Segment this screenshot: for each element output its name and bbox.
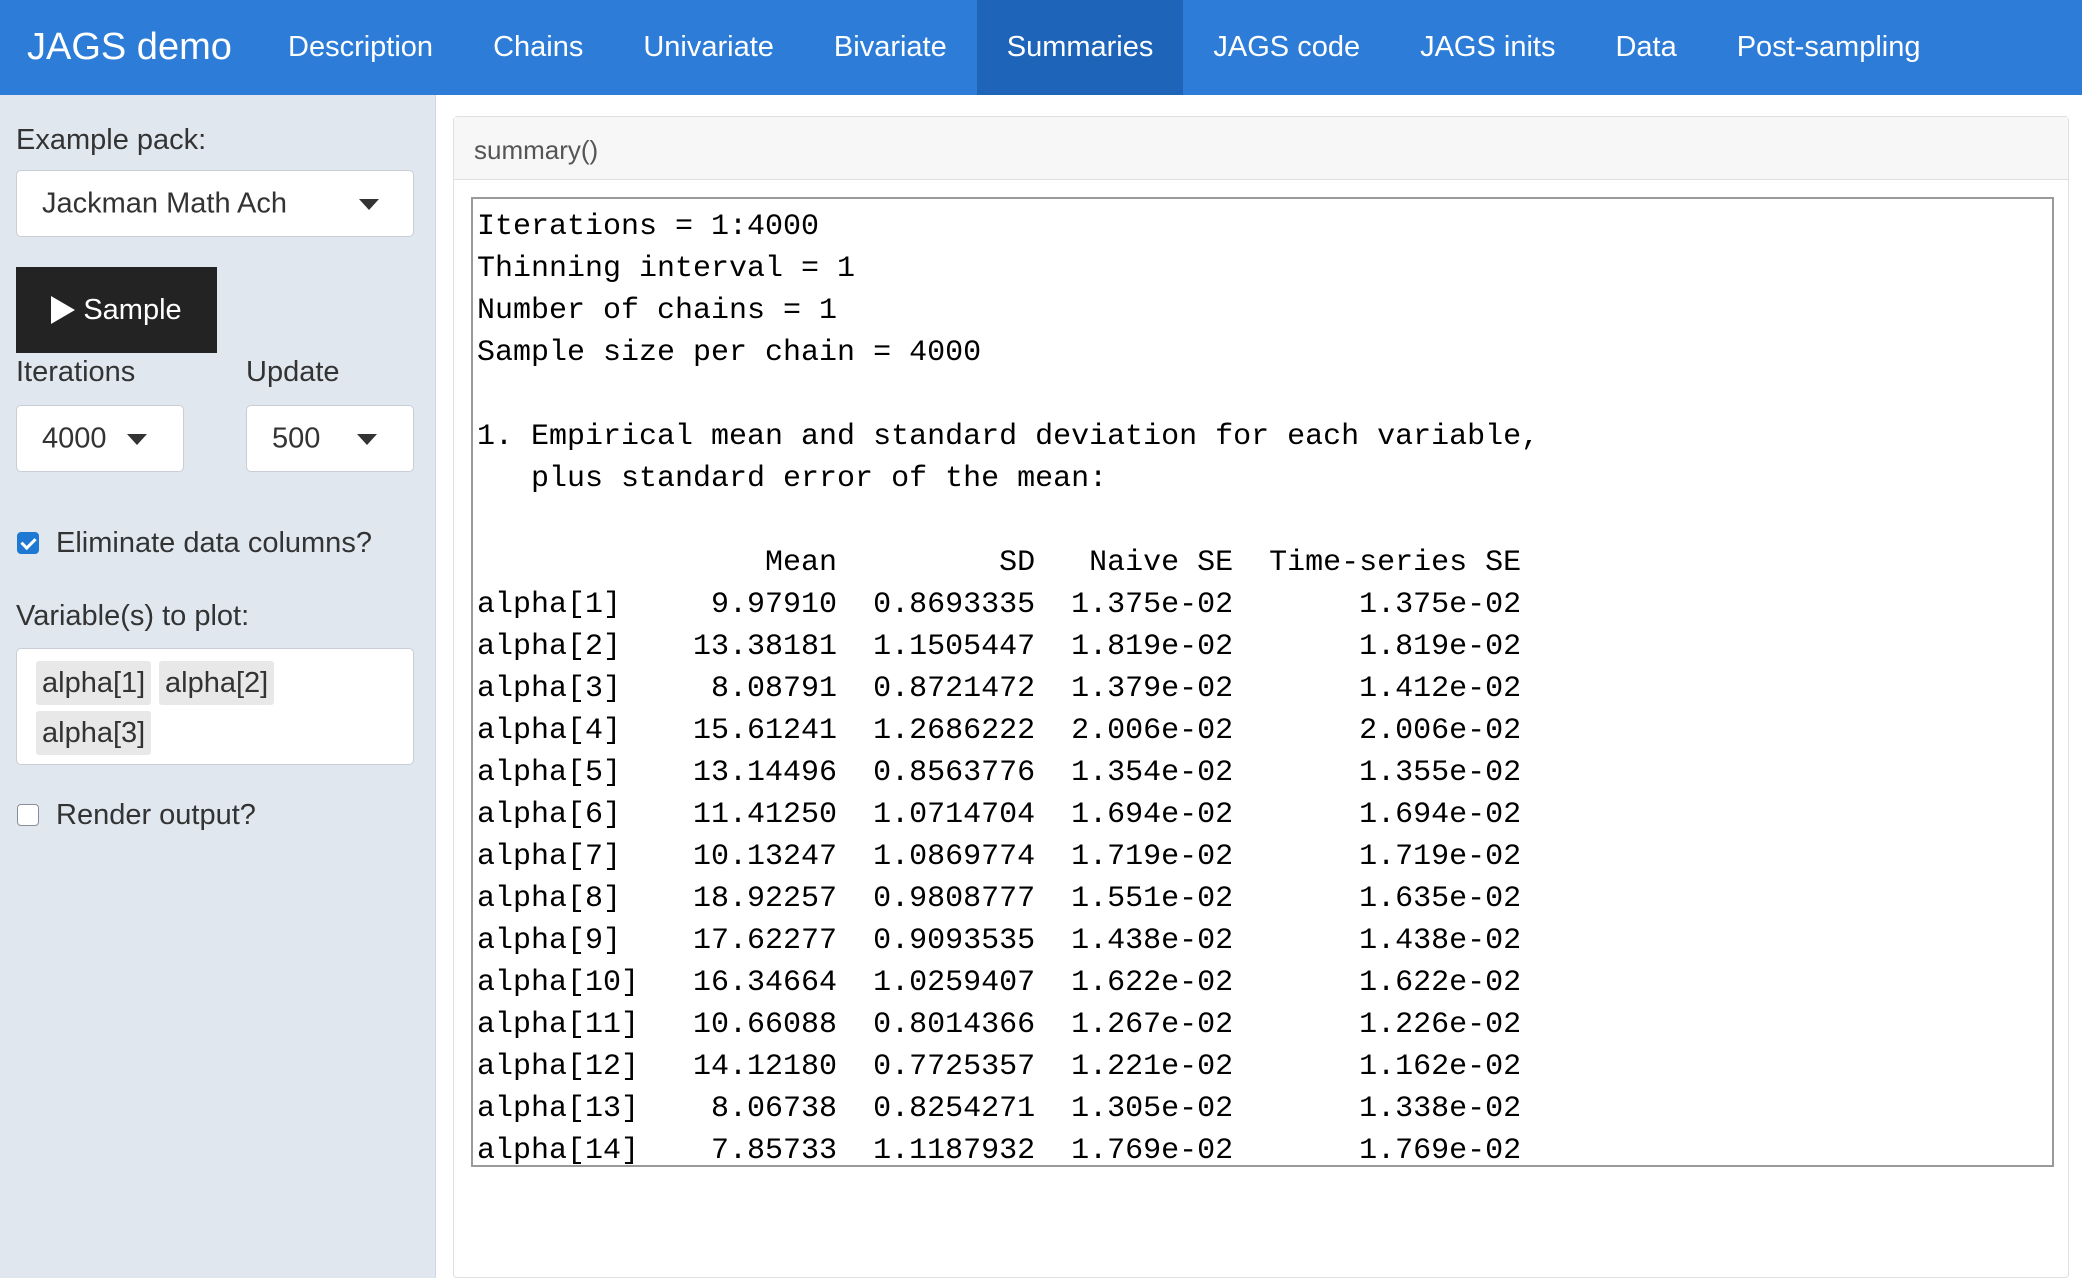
tab-chains[interactable]: Chains [463,0,613,95]
summary-panel: summary() Iterations = 1:4000 Thinning i… [453,116,2069,1278]
update-label: Update [246,356,340,388]
eliminate-columns-label: Eliminate data columns? [56,527,372,559]
example-pack-select[interactable]: Jackman Math Ach [16,170,414,237]
tab-jags-code[interactable]: JAGS code [1183,0,1390,95]
nav-tabs: Description Chains Univariate Bivariate … [258,0,1950,95]
variable-tag[interactable]: alpha[3] [36,711,152,755]
sidebar: Example pack: Jackman Math Ach Sample It… [0,95,436,1278]
eliminate-columns-checkbox[interactable] [17,532,39,554]
tab-post-sampling[interactable]: Post-sampling [1707,0,1951,95]
tab-bivariate[interactable]: Bivariate [804,0,977,95]
update-select[interactable]: 500 [246,405,414,472]
example-pack-label: Example pack: [16,124,207,156]
variables-label: Variable(s) to plot: [16,600,250,632]
chevron-down-icon [127,433,147,445]
render-output-label: Render output? [56,799,256,831]
iterations-select[interactable]: 4000 [16,405,184,472]
sample-button-label: Sample [83,293,182,326]
iterations-label: Iterations [16,356,136,388]
iterations-value: 4000 [42,422,107,454]
variable-tag[interactable]: alpha[1] [36,661,152,705]
render-output-checkbox[interactable] [17,804,39,826]
update-value: 500 [272,422,321,454]
play-icon [51,296,76,324]
sample-button[interactable]: Sample [16,267,217,353]
top-navbar: JAGS demo Description Chains Univariate … [0,0,2082,95]
tab-univariate[interactable]: Univariate [613,0,804,95]
summary-output[interactable]: Iterations = 1:4000 Thinning interval = … [471,197,2054,1167]
variable-tag[interactable]: alpha[2] [159,661,275,705]
variables-multiselect[interactable]: alpha[1] alpha[2] alpha[3] [16,648,414,765]
chevron-down-icon [359,198,379,210]
panel-title: summary() [454,117,2068,180]
chevron-down-icon [357,433,377,445]
tab-description[interactable]: Description [258,0,463,95]
tab-summaries[interactable]: Summaries [976,0,1184,95]
tab-jags-inits[interactable]: JAGS inits [1390,0,1585,95]
summary-output-text: Iterations = 1:4000 Thinning interval = … [477,210,1540,1167]
example-pack-value: Jackman Math Ach [42,187,287,219]
tab-data[interactable]: Data [1585,0,1706,95]
app-brand[interactable]: JAGS demo [0,0,258,95]
